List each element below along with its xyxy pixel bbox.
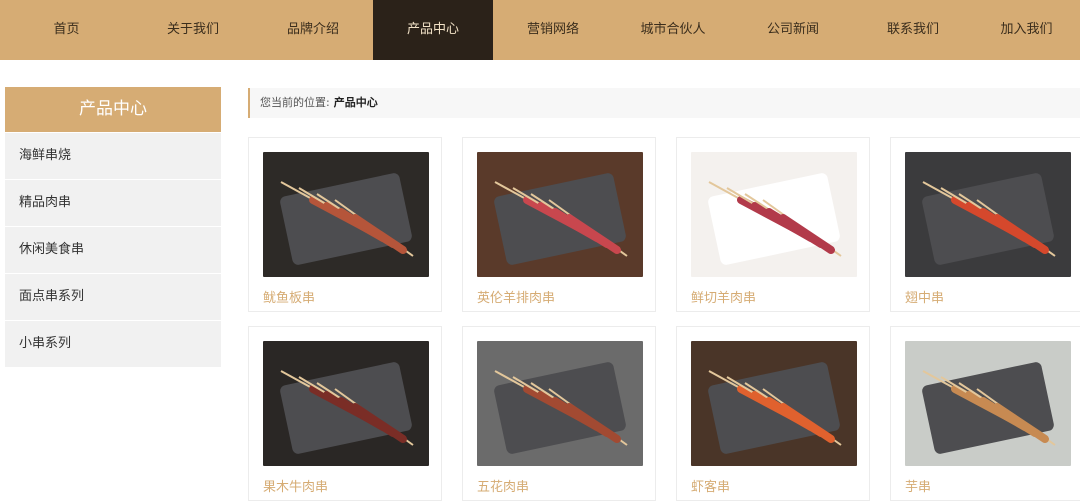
product-name[interactable]: 鱿鱼板串 <box>263 287 315 306</box>
sidebar-item-seafood[interactable]: 海鲜串烧 <box>5 132 221 179</box>
product-card[interactable]: 芋串 <box>890 326 1080 501</box>
product-image[interactable] <box>263 152 429 277</box>
product-name[interactable]: 虾客串 <box>691 476 730 495</box>
product-name[interactable]: 翅中串 <box>905 287 944 306</box>
sidebar-item-meat[interactable]: 精品肉串 <box>5 179 221 226</box>
product-name[interactable]: 鲜切羊肉串 <box>691 287 756 306</box>
product-photo <box>905 152 1071 277</box>
product-card[interactable]: 英伦羊排肉串 <box>462 137 656 312</box>
breadcrumb-current[interactable]: 产品中心 <box>334 96 378 109</box>
product-image[interactable] <box>691 341 857 466</box>
product-card[interactable]: 虾客串 <box>676 326 870 501</box>
product-card[interactable]: 鱿鱼板串 <box>248 137 442 312</box>
product-image[interactable] <box>905 341 1071 466</box>
product-image[interactable] <box>477 152 643 277</box>
product-photo <box>263 152 429 277</box>
nav-item-contact[interactable]: 联系我们 <box>853 0 973 60</box>
nav-item-join[interactable]: 加入我们 <box>973 0 1080 60</box>
product-image[interactable] <box>477 341 643 466</box>
product-name[interactable]: 英伦羊排肉串 <box>477 287 555 306</box>
product-name[interactable]: 芋串 <box>905 476 931 495</box>
nav-item-products[interactable]: 产品中心 <box>373 0 493 60</box>
product-photo <box>905 341 1071 466</box>
product-grid: 鱿鱼板串 英伦羊排肉串 鲜切羊肉串 翅中串 果木牛肉串 五花肉串 虾客串 芋串 <box>248 137 1080 503</box>
product-name[interactable]: 五花肉串 <box>477 476 529 495</box>
breadcrumb: 您当前的位置: 产品中心 <box>248 88 1080 118</box>
sidebar-item-pastry[interactable]: 面点串系列 <box>5 273 221 320</box>
product-photo <box>477 152 643 277</box>
product-image[interactable] <box>691 152 857 277</box>
nav-item-partner[interactable]: 城市合伙人 <box>613 0 733 60</box>
product-card[interactable]: 鲜切羊肉串 <box>676 137 870 312</box>
nav-item-brand[interactable]: 品牌介绍 <box>253 0 373 60</box>
product-photo <box>691 341 857 466</box>
sidebar-title: 产品中心 <box>5 87 221 132</box>
nav-item-home[interactable]: 首页 <box>0 0 133 60</box>
sidebar-item-snack[interactable]: 休闲美食串 <box>5 226 221 273</box>
product-image[interactable] <box>905 152 1071 277</box>
product-card[interactable]: 果木牛肉串 <box>248 326 442 501</box>
product-photo <box>477 341 643 466</box>
nav-item-news[interactable]: 公司新闻 <box>733 0 853 60</box>
product-card[interactable]: 翅中串 <box>890 137 1080 312</box>
sidebar: 产品中心 海鲜串烧 精品肉串 休闲美食串 面点串系列 小串系列 <box>5 87 221 367</box>
product-photo <box>263 341 429 466</box>
top-nav: 首页 关于我们 品牌介绍 产品中心 营销网络 城市合伙人 公司新闻 联系我们 加… <box>0 0 1080 60</box>
product-photo <box>691 152 857 277</box>
nav-item-about[interactable]: 关于我们 <box>133 0 253 60</box>
sidebar-item-small[interactable]: 小串系列 <box>5 320 221 367</box>
breadcrumb-prefix: 您当前的位置: <box>260 96 330 109</box>
product-card[interactable]: 五花肉串 <box>462 326 656 501</box>
product-image[interactable] <box>263 341 429 466</box>
nav-item-network[interactable]: 营销网络 <box>493 0 613 60</box>
product-name[interactable]: 果木牛肉串 <box>263 476 328 495</box>
